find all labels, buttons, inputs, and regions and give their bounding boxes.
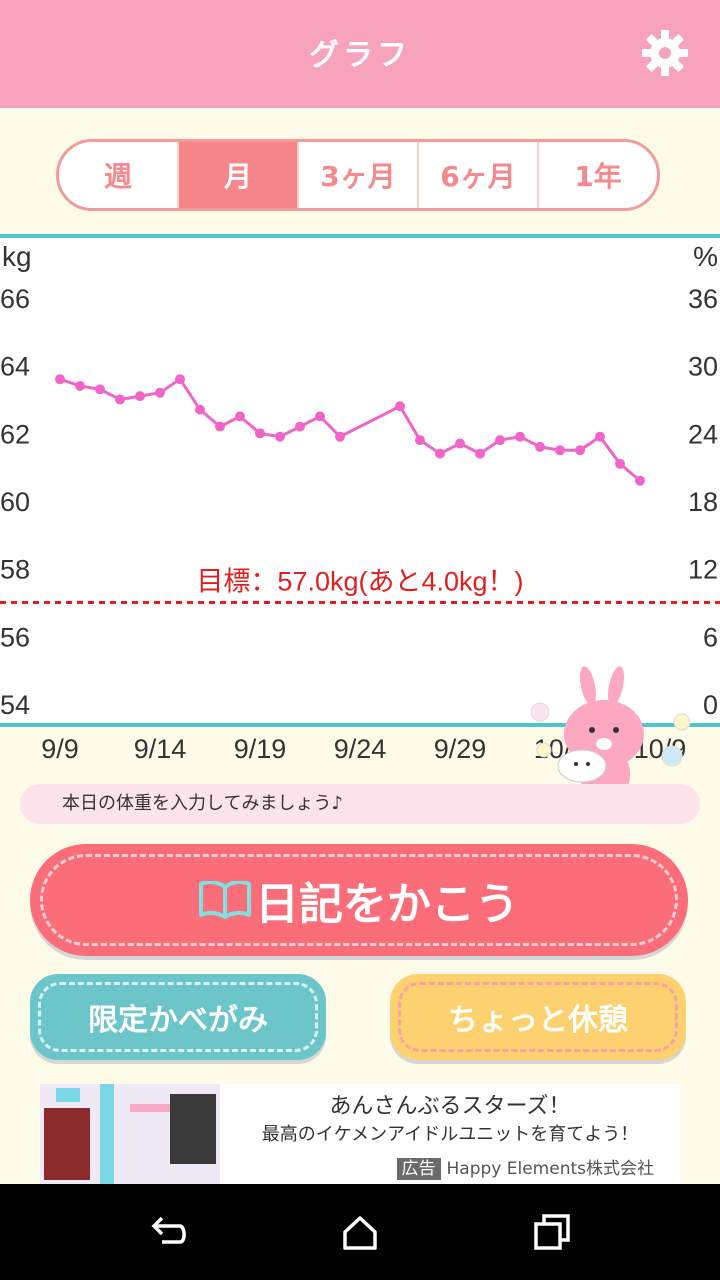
recent-apps-icon[interactable] (532, 1212, 572, 1252)
limited-wallpaper-button[interactable]: 限定かべがみ (30, 974, 326, 1060)
weight-point (75, 380, 85, 391)
y-tick-right: 36 (688, 284, 718, 314)
weight-point (635, 475, 645, 486)
ad-advertiser: Happy Elements株式会社 (446, 1159, 655, 1179)
input-prompt-message: 本日の体重を入力してみましょう♪ (20, 784, 700, 824)
weight-point (475, 448, 485, 459)
weight-point (535, 441, 545, 452)
tab-week[interactable]: 週 (59, 142, 179, 208)
ad-banner[interactable]: あんさんぶるスターズ！ 最高のイケメンアイドルユニットを育てよう！ 広告 Happ… (40, 1084, 680, 1184)
weight-point (395, 401, 405, 412)
y-tick-left: 62 (0, 419, 30, 449)
weight-point (215, 421, 225, 432)
y-axis-left-label: kg (2, 241, 32, 272)
system-nav-bar (0, 1184, 720, 1280)
weight-point (555, 445, 565, 456)
x-tick-label: 9/24 (334, 734, 387, 764)
weight-point (315, 411, 325, 422)
write-diary-button[interactable]: 日記をかこう (30, 844, 688, 956)
x-tick-label: 9/19 (234, 734, 287, 764)
period-tabs: 週 月 3ヶ月 6ヶ月 1年 (56, 139, 660, 211)
y-tick-right: 6 (703, 622, 718, 652)
weight-point (95, 384, 105, 395)
gear-icon[interactable] (640, 28, 690, 78)
weight-point (415, 435, 425, 446)
weight-point (455, 438, 465, 449)
y-tick-left: 66 (0, 284, 30, 314)
tab-3-months[interactable]: 3ヶ月 (299, 142, 419, 208)
weight-point (295, 421, 305, 432)
weight-point (175, 374, 185, 385)
back-icon[interactable] (148, 1212, 188, 1252)
write-diary-label: 日記をかこう (255, 879, 519, 930)
y-tick-left: 60 (0, 487, 30, 517)
y-tick-left: 58 (0, 555, 30, 585)
limited-wallpaper-label: 限定かべがみ (38, 982, 318, 1052)
weight-point (595, 431, 605, 442)
page-title: グラフ (309, 38, 411, 73)
book-icon (199, 881, 251, 919)
app-header: グラフ (0, 0, 720, 108)
weight-point (155, 387, 165, 398)
take-a-break-button[interactable]: ちょっと休憩 (390, 974, 686, 1060)
y-tick-left: 56 (0, 622, 30, 652)
y-tick-right: 30 (688, 352, 718, 382)
home-icon[interactable] (340, 1212, 380, 1252)
y-tick-right: 12 (688, 555, 718, 585)
y-tick-left: 54 (0, 690, 30, 720)
weight-point (335, 431, 345, 442)
weight-point (195, 404, 205, 415)
ad-image (40, 1084, 220, 1184)
weight-point (575, 445, 585, 456)
target-label: 目標：57.0kg(あと4.0kg！) (196, 567, 523, 597)
weight-point (435, 448, 445, 459)
weight-point (255, 428, 265, 439)
tab-6-months[interactable]: 6ヶ月 (419, 142, 539, 208)
x-tick-label: 9/29 (434, 734, 487, 764)
ad-label-badge: 広告 (396, 1158, 441, 1180)
tab-1-year[interactable]: 1年 (539, 142, 657, 208)
tab-month[interactable]: 月 (179, 142, 299, 208)
write-diary-button-inner: 日記をかこう (40, 854, 678, 946)
ad-description: 最高のイケメンアイドルユニットを育てよう！ (261, 1124, 639, 1145)
weight-point (495, 435, 505, 446)
y-tick-right: 0 (703, 690, 718, 720)
x-tick-label: 9/9 (41, 734, 79, 764)
weight-point (615, 458, 625, 469)
y-axis-right-label: % (693, 241, 718, 272)
rabbit-mascot-icon (530, 666, 691, 798)
take-a-break-label: ちょっと休憩 (398, 982, 678, 1052)
weight-point (515, 431, 525, 442)
ad-footer: 広告 Happy Elements株式会社 (396, 1154, 655, 1180)
ad-title: あんさんぶるスターズ！ (329, 1094, 571, 1119)
weight-point (115, 394, 125, 405)
y-tick-right: 18 (688, 487, 718, 517)
weight-point (55, 374, 65, 385)
y-tick-right: 24 (688, 419, 718, 449)
x-tick-label: 9/14 (134, 734, 187, 764)
weight-point (135, 391, 145, 402)
weight-point (275, 431, 285, 442)
weight-point (235, 411, 245, 422)
y-tick-left: 64 (0, 352, 30, 382)
